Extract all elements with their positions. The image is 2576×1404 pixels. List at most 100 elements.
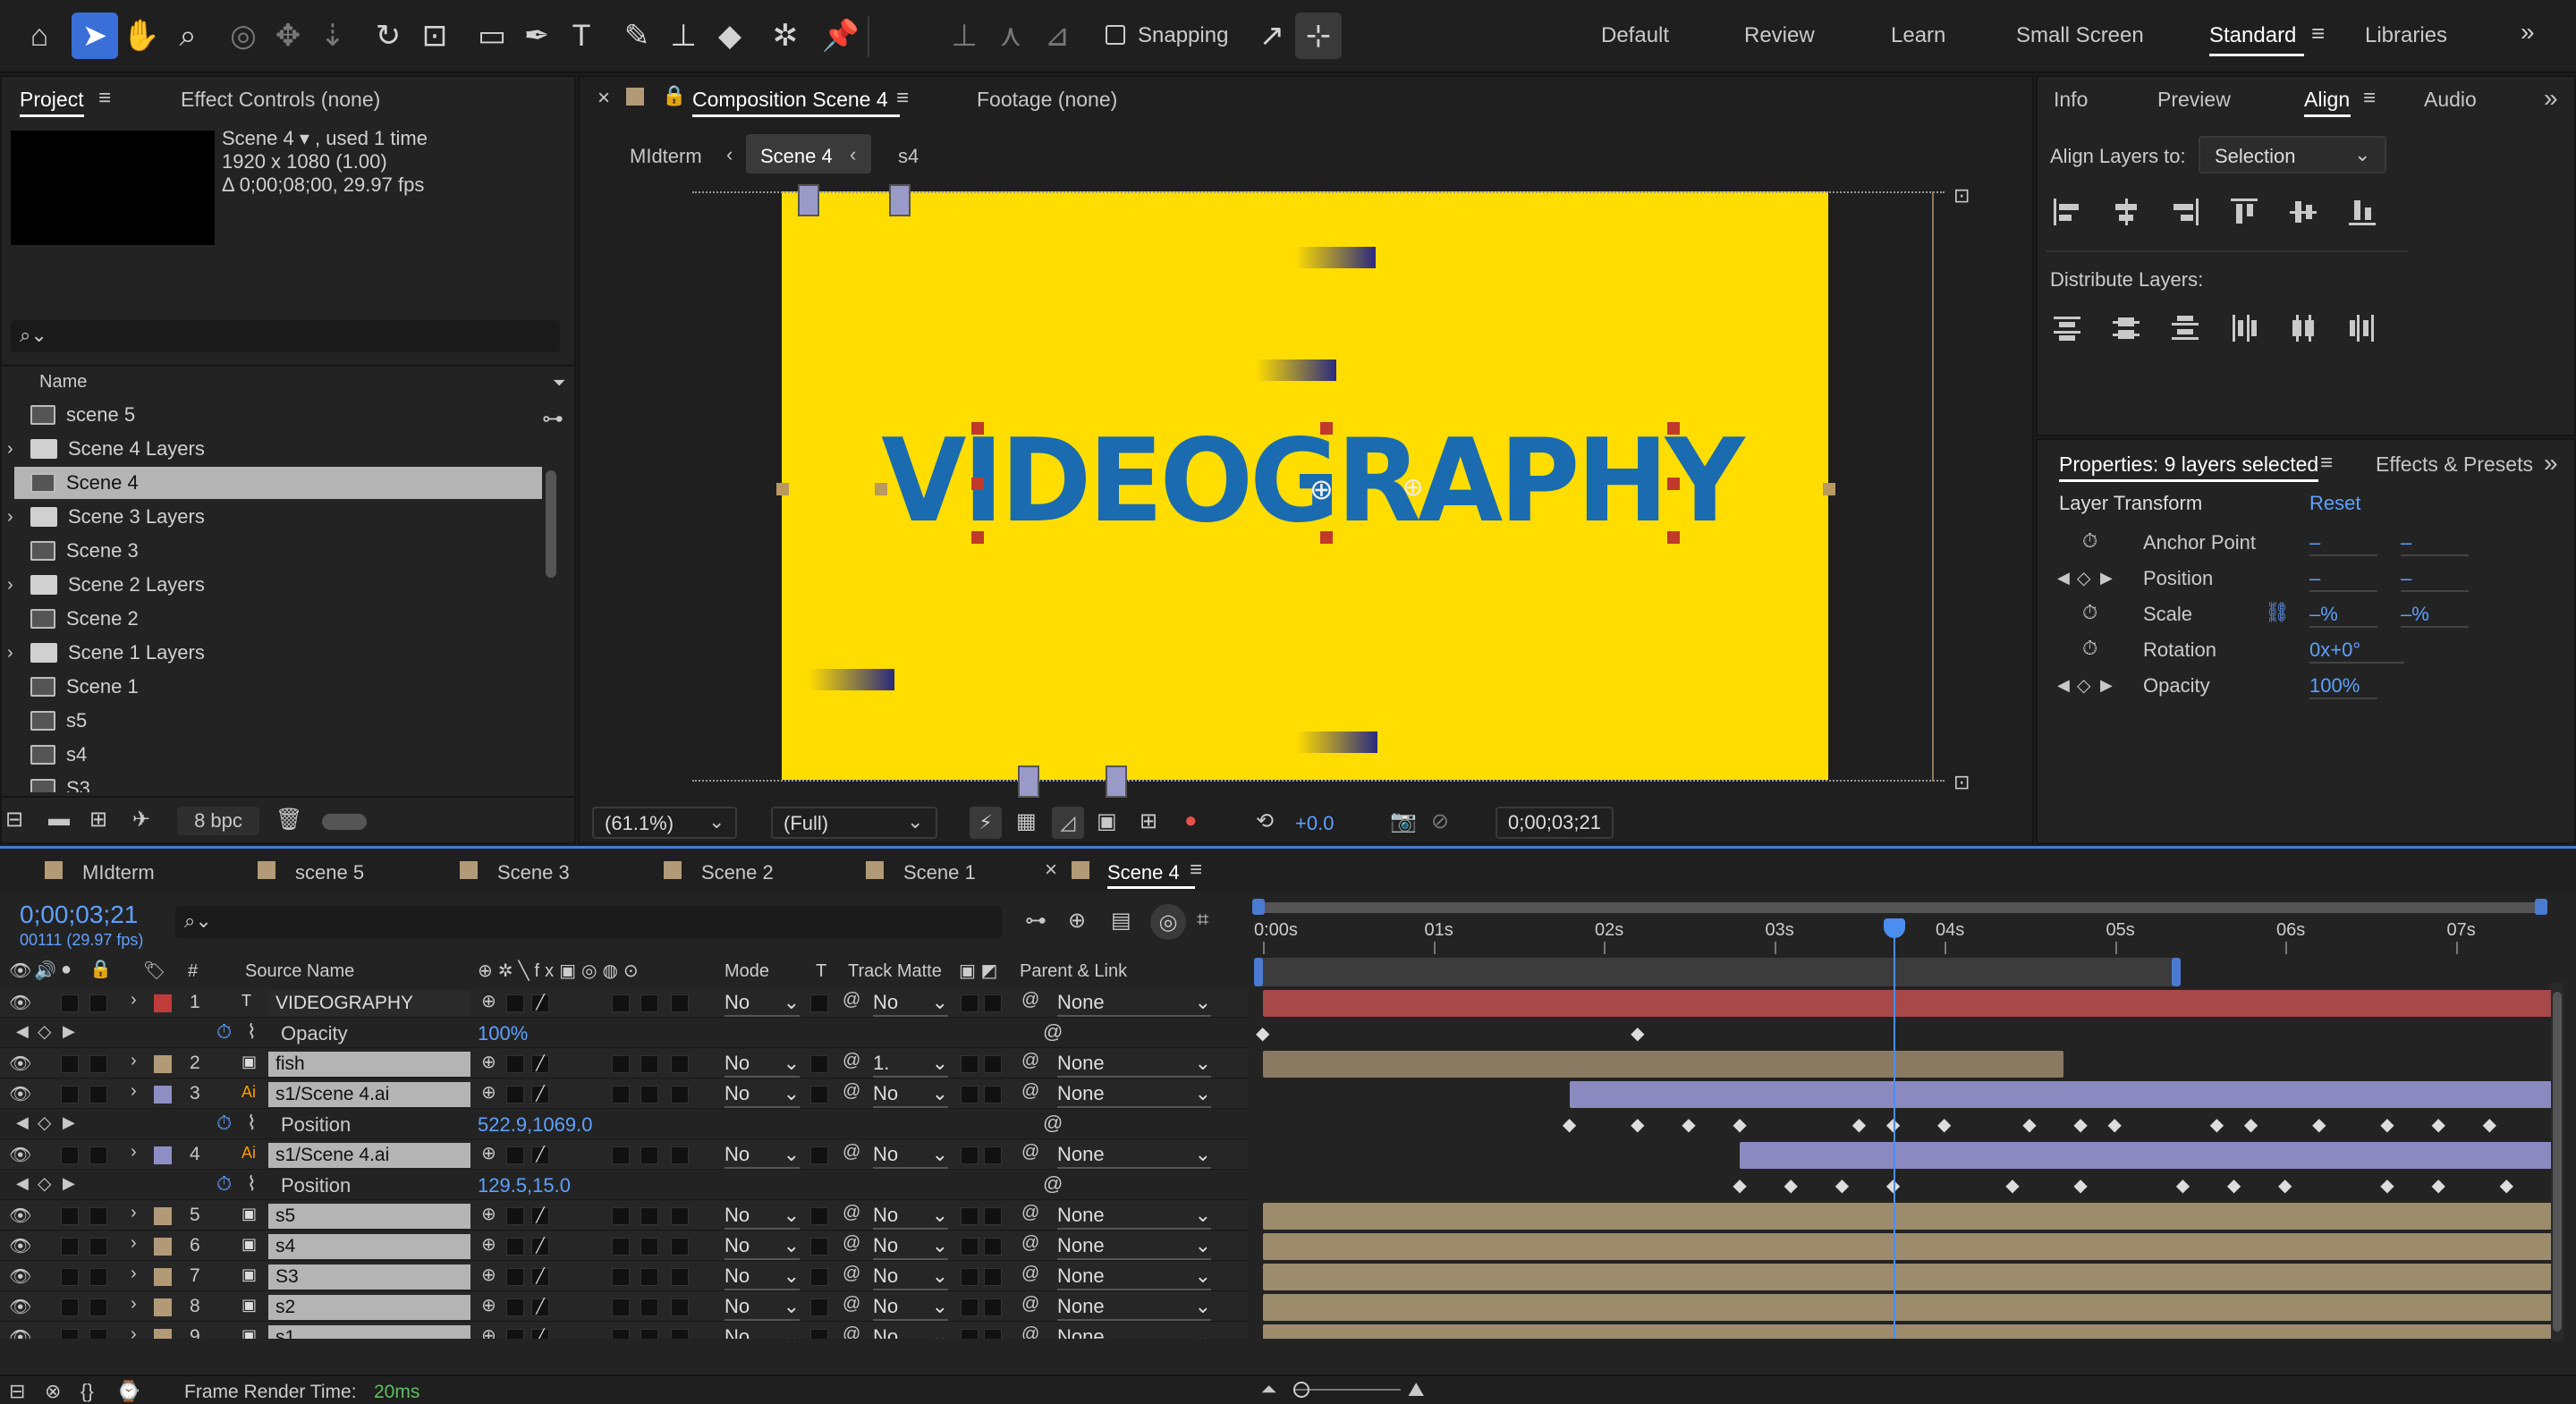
expand-arrow-icon[interactable]: › [7, 575, 13, 596]
property-value[interactable]: 522.9,1069.0 [478, 1113, 592, 1137]
adjustment-switch[interactable] [640, 1268, 658, 1286]
collapse-switch[interactable] [506, 1086, 524, 1104]
scale-x[interactable]: –% [2309, 603, 2377, 628]
align-right-icon[interactable] [2172, 199, 2199, 225]
lock-switch[interactable] [89, 1238, 107, 1256]
work-area-end[interactable] [2172, 958, 2181, 986]
keyframe[interactable]: ◆ [1733, 1113, 1746, 1136]
keyframe[interactable]: ◆ [1835, 1174, 1849, 1197]
anchor-point-icon[interactable]: ⊕ [1309, 472, 1334, 506]
grid-guides-icon[interactable]: ⊞ [1140, 808, 1157, 834]
next-keyframe-icon[interactable]: ▶ [63, 1174, 75, 1193]
property-row[interactable]: ◀ ◇ ▶ ⏱ ⌇ Opacity 100% @ [0, 1019, 1249, 1048]
audio-switch-icon[interactable]: 🔊 [34, 960, 56, 982]
expand-arrow-icon[interactable]: › [131, 1264, 137, 1284]
align-bottom-icon[interactable] [2349, 199, 2376, 225]
tab-info[interactable]: Info [2054, 88, 2088, 112]
lock-icon[interactable]: 🔒 [662, 84, 686, 107]
shy-switch-icon[interactable]: ⊕ [481, 1233, 496, 1256]
eye-icon[interactable]: 👁 [9, 1144, 31, 1166]
eye-icon[interactable]: 👁 [9, 992, 31, 1014]
distribute-vertical-center-icon[interactable] [2113, 315, 2140, 342]
zoom-in-icon[interactable]: ⛰ [1408, 1378, 1424, 1401]
parent-pickwhip-icon[interactable]: @ [1021, 990, 1039, 1011]
expand-arrow-icon[interactable]: › [7, 507, 13, 528]
keyframe[interactable]: ◆ [2380, 1113, 2394, 1136]
layer-duration-bar[interactable] [1263, 1203, 2553, 1230]
quality-switch[interactable]: ╱ [531, 1207, 549, 1225]
property-row[interactable]: ◀ ◇ ▶ ⏱ ⌇ Position 522.9,1069.0 @ [0, 1110, 1249, 1139]
blend-mode-dropdown[interactable]: No ⌄ [724, 1233, 800, 1260]
interpret-footage-icon[interactable]: ⊟ [5, 807, 23, 833]
constrain-proportions-icon[interactable]: ⛓ [2265, 601, 2290, 624]
parent-pickwhip-icon[interactable]: @ [1021, 1203, 1039, 1223]
project-menu-icon[interactable]: ≡ [98, 86, 111, 111]
project-comp-item[interactable]: Scene 1 [14, 671, 542, 703]
blend-mode-dropdown[interactable]: No ⌄ [724, 1324, 800, 1339]
graph-icon[interactable]: ⌇ [247, 1020, 257, 1044]
prev-keyframe-icon[interactable]: ◀ [16, 1174, 29, 1193]
parent-dropdown[interactable]: None ⌄ [1057, 1233, 1211, 1260]
scrollbar-thumb[interactable] [2553, 992, 2562, 1332]
project-folder-item[interactable]: › Scene 4 Layers [7, 433, 542, 465]
collapse-switch[interactable] [506, 1268, 524, 1286]
workspace-learn[interactable]: Learn [1891, 23, 1945, 48]
eye-icon[interactable]: 👁 [9, 1265, 31, 1288]
project-comp-item[interactable]: Scene 4 [14, 467, 542, 499]
transform-handle[interactable] [1667, 422, 1680, 435]
matte-alpha-switch[interactable] [961, 1298, 979, 1316]
adjustment-switch[interactable] [640, 1086, 658, 1104]
graph-icon[interactable]: ⌇ [247, 1112, 257, 1135]
solo-switch[interactable] [61, 1146, 79, 1164]
adjustment-switch[interactable] [640, 1146, 658, 1164]
dolly-camera-icon[interactable]: ⇣ [309, 13, 356, 59]
matte-switch-icons[interactable]: ▣ ◩ [959, 960, 997, 982]
pick-whip-icon[interactable]: @ [1043, 1112, 1063, 1135]
solo-switch[interactable] [61, 1207, 79, 1225]
lock-switch[interactable] [89, 1146, 107, 1164]
workspace-default[interactable]: Default [1601, 23, 1669, 48]
track-matte-pickwhip-icon[interactable]: @ [843, 1081, 860, 1102]
switches-icons[interactable]: ⊕✲╲fx▣◎◍⊙ [478, 960, 644, 982]
layer-duration-bar[interactable] [1263, 990, 2553, 1017]
track-matte-pickwhip-icon[interactable]: @ [843, 1142, 860, 1163]
matte-alpha-switch[interactable] [961, 994, 979, 1012]
layer-marker[interactable] [798, 184, 819, 216]
timeline-menu-icon[interactable]: ≡ [1190, 858, 1202, 883]
track-matte-pickwhip-icon[interactable]: @ [843, 1051, 860, 1071]
layer-label-color[interactable] [154, 1268, 172, 1286]
keyframe[interactable]: ◆ [2073, 1174, 2087, 1197]
3d-switch[interactable] [671, 1298, 689, 1316]
track-matte-dropdown[interactable]: No ⌄ [873, 1324, 948, 1339]
adjustment-switch[interactable] [640, 1055, 658, 1073]
motion-blur-switch[interactable] [612, 1298, 630, 1316]
distribute-top-icon[interactable] [2054, 315, 2080, 342]
properties-menu-icon[interactable]: ≡ [2320, 451, 2333, 476]
keyframe[interactable]: ◆ [1852, 1113, 1866, 1136]
layer-name[interactable]: s4 [268, 1234, 470, 1259]
t-header[interactable]: T [816, 961, 826, 982]
layer-marker[interactable] [889, 184, 911, 216]
matte-alpha-switch[interactable] [961, 1055, 979, 1073]
quality-switch[interactable]: ╱ [531, 1329, 549, 1339]
transform-handle[interactable] [1667, 531, 1680, 544]
graph-editor-icon[interactable]: ⌗ [1197, 908, 1209, 933]
layer-marker[interactable] [1018, 765, 1039, 798]
quality-switch[interactable]: ╱ [531, 1268, 549, 1286]
position-y[interactable]: – [2401, 567, 2469, 592]
track-matte-dropdown[interactable]: No ⌄ [873, 1233, 948, 1260]
position-x[interactable]: – [2309, 567, 2377, 592]
blend-mode-dropdown[interactable]: No ⌄ [724, 1264, 800, 1290]
corner-handle-icon[interactable]: ⊡ [1953, 184, 1970, 207]
work-area-bar[interactable] [1258, 958, 2177, 986]
composition-flowchart-icon[interactable]: ⊶ [1025, 908, 1046, 934]
solo-switch[interactable] [61, 1238, 79, 1256]
layer-number-header[interactable]: # [188, 961, 198, 982]
preserve-transparency-switch[interactable] [810, 994, 828, 1012]
pan-camera-icon[interactable]: ✥ [265, 13, 311, 59]
layer-handle[interactable] [1823, 483, 1835, 495]
layer-marker[interactable] [1106, 765, 1127, 798]
next-keyframe-icon[interactable]: ▶ [63, 1022, 75, 1041]
layer-switches-icon[interactable]: ⊟ [9, 1380, 25, 1403]
stopwatch-icon[interactable]: ⏱ [216, 1172, 232, 1196]
